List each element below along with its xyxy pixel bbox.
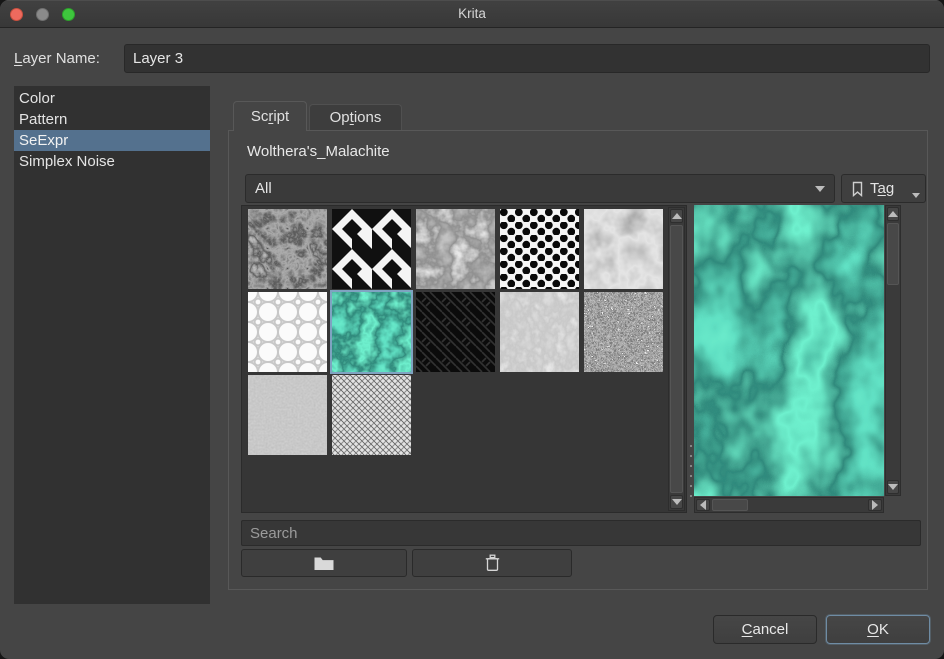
pattern-preview: [694, 205, 884, 496]
preview-horizontal-scrollbar[interactable]: [694, 497, 884, 513]
ok-button[interactable]: OK: [826, 615, 930, 644]
label-post: ancel: [752, 621, 788, 638]
tab-label-pre: Sc: [251, 108, 269, 125]
scrollbar-thumb[interactable]: [887, 223, 899, 285]
pattern-thumbnail[interactable]: [332, 375, 411, 455]
label-post: K: [879, 621, 889, 638]
pattern-grid-view: [241, 205, 687, 513]
chevron-down-icon: [815, 186, 825, 192]
chevron-down-icon: [912, 193, 920, 198]
pattern-thumb-art: [500, 209, 579, 289]
pattern-thumbnail[interactable]: [500, 209, 579, 289]
arrow-down-icon: [672, 499, 682, 505]
scrollbar-thumb[interactable]: [670, 225, 683, 493]
scroll-right-button[interactable]: [868, 499, 882, 511]
label-post: ayer Name:: [22, 50, 100, 67]
pattern-thumbnail[interactable]: [248, 292, 327, 372]
tag-filter-dropdown[interactable]: All: [245, 174, 835, 203]
arrow-up-icon: [672, 213, 682, 219]
pattern-thumbnail[interactable]: [416, 209, 495, 289]
list-item-pattern[interactable]: Pattern: [14, 109, 210, 130]
tab-label-post: ions: [354, 109, 382, 126]
pattern-thumb-art: [416, 292, 495, 372]
arrow-left-icon: [700, 500, 706, 510]
pattern-thumbnail[interactable]: [248, 375, 327, 455]
scroll-up-button[interactable]: [670, 209, 683, 223]
pattern-thumb-art: [332, 375, 411, 455]
label-mnemonic: C: [742, 621, 753, 638]
pattern-thumbnail[interactable]: [584, 292, 663, 372]
tab-options[interactable]: Options: [309, 104, 402, 131]
arrow-up-icon: [888, 211, 898, 217]
list-item-simplex-noise[interactable]: Simplex Noise: [14, 151, 210, 172]
delete-resource-button[interactable]: [412, 549, 572, 577]
arrow-down-icon: [888, 484, 898, 490]
label-mnemonic: O: [867, 621, 879, 638]
label-post: g: [886, 180, 894, 197]
titlebar: Krita: [0, 0, 944, 28]
pattern-thumb-art: [248, 209, 327, 289]
list-item-seexpr[interactable]: SeExpr: [14, 130, 210, 151]
scroll-up-button[interactable]: [887, 207, 899, 221]
tag-button-label: Tag: [870, 180, 894, 197]
pattern-thumbnail[interactable]: [500, 292, 579, 372]
pattern-thumb-art: [332, 292, 411, 372]
tab-script[interactable]: Script: [233, 101, 307, 131]
tab-label-post: ipt: [273, 108, 289, 125]
selected-resource-name: Wolthera's_Malachite: [247, 143, 390, 160]
tag-button[interactable]: Tag: [841, 174, 926, 203]
label-mnemonic: a: [878, 180, 886, 197]
pattern-thumb-art: [248, 292, 327, 372]
pattern-thumb-art: [584, 292, 663, 372]
pattern-thumbnail[interactable]: [248, 209, 327, 289]
tab-label-pre: Op: [330, 109, 350, 126]
arrow-right-icon: [872, 500, 878, 510]
tag-filter-value: All: [255, 180, 272, 197]
list-item-color[interactable]: Color: [14, 88, 210, 109]
pattern-thumb-art: [500, 292, 579, 372]
script-tab-panel: Wolthera's_Malachite All Tag: [228, 130, 928, 590]
grid-vertical-scrollbar[interactable]: [668, 207, 685, 511]
pattern-thumb-art: [584, 209, 663, 289]
label-pre: T: [870, 180, 878, 197]
folder-icon: [313, 555, 335, 572]
scroll-left-button[interactable]: [696, 499, 710, 511]
scroll-down-button[interactable]: [670, 495, 683, 509]
pattern-grid: [243, 206, 667, 511]
krita-dialog-window: Krita Layer Name: Color Pattern SeExpr S…: [0, 0, 944, 659]
scroll-down-button[interactable]: [887, 480, 899, 494]
scrollbar-thumb[interactable]: [712, 499, 748, 511]
trash-icon: [485, 554, 500, 572]
window-title: Krita: [0, 0, 944, 28]
pattern-thumbnail[interactable]: [416, 292, 495, 372]
cancel-button[interactable]: Cancel: [713, 615, 817, 644]
search-input[interactable]: [241, 520, 921, 546]
layer-name-input[interactable]: [124, 44, 930, 73]
layer-name-label: Layer Name:: [14, 50, 100, 67]
pattern-thumbnail[interactable]: [332, 209, 411, 289]
pattern-thumb-art: [332, 209, 411, 289]
pattern-thumb-art: [416, 209, 495, 289]
pattern-thumb-art: [248, 375, 327, 455]
bookmark-icon: [851, 181, 864, 197]
malachite-preview-image: [694, 205, 884, 496]
import-resource-button[interactable]: [241, 549, 407, 577]
generator-type-list: Color Pattern SeExpr Simplex Noise: [14, 86, 210, 604]
pattern-thumbnail-selected[interactable]: [332, 292, 411, 372]
pattern-thumbnail[interactable]: [584, 209, 663, 289]
preview-vertical-scrollbar[interactable]: [885, 205, 901, 496]
